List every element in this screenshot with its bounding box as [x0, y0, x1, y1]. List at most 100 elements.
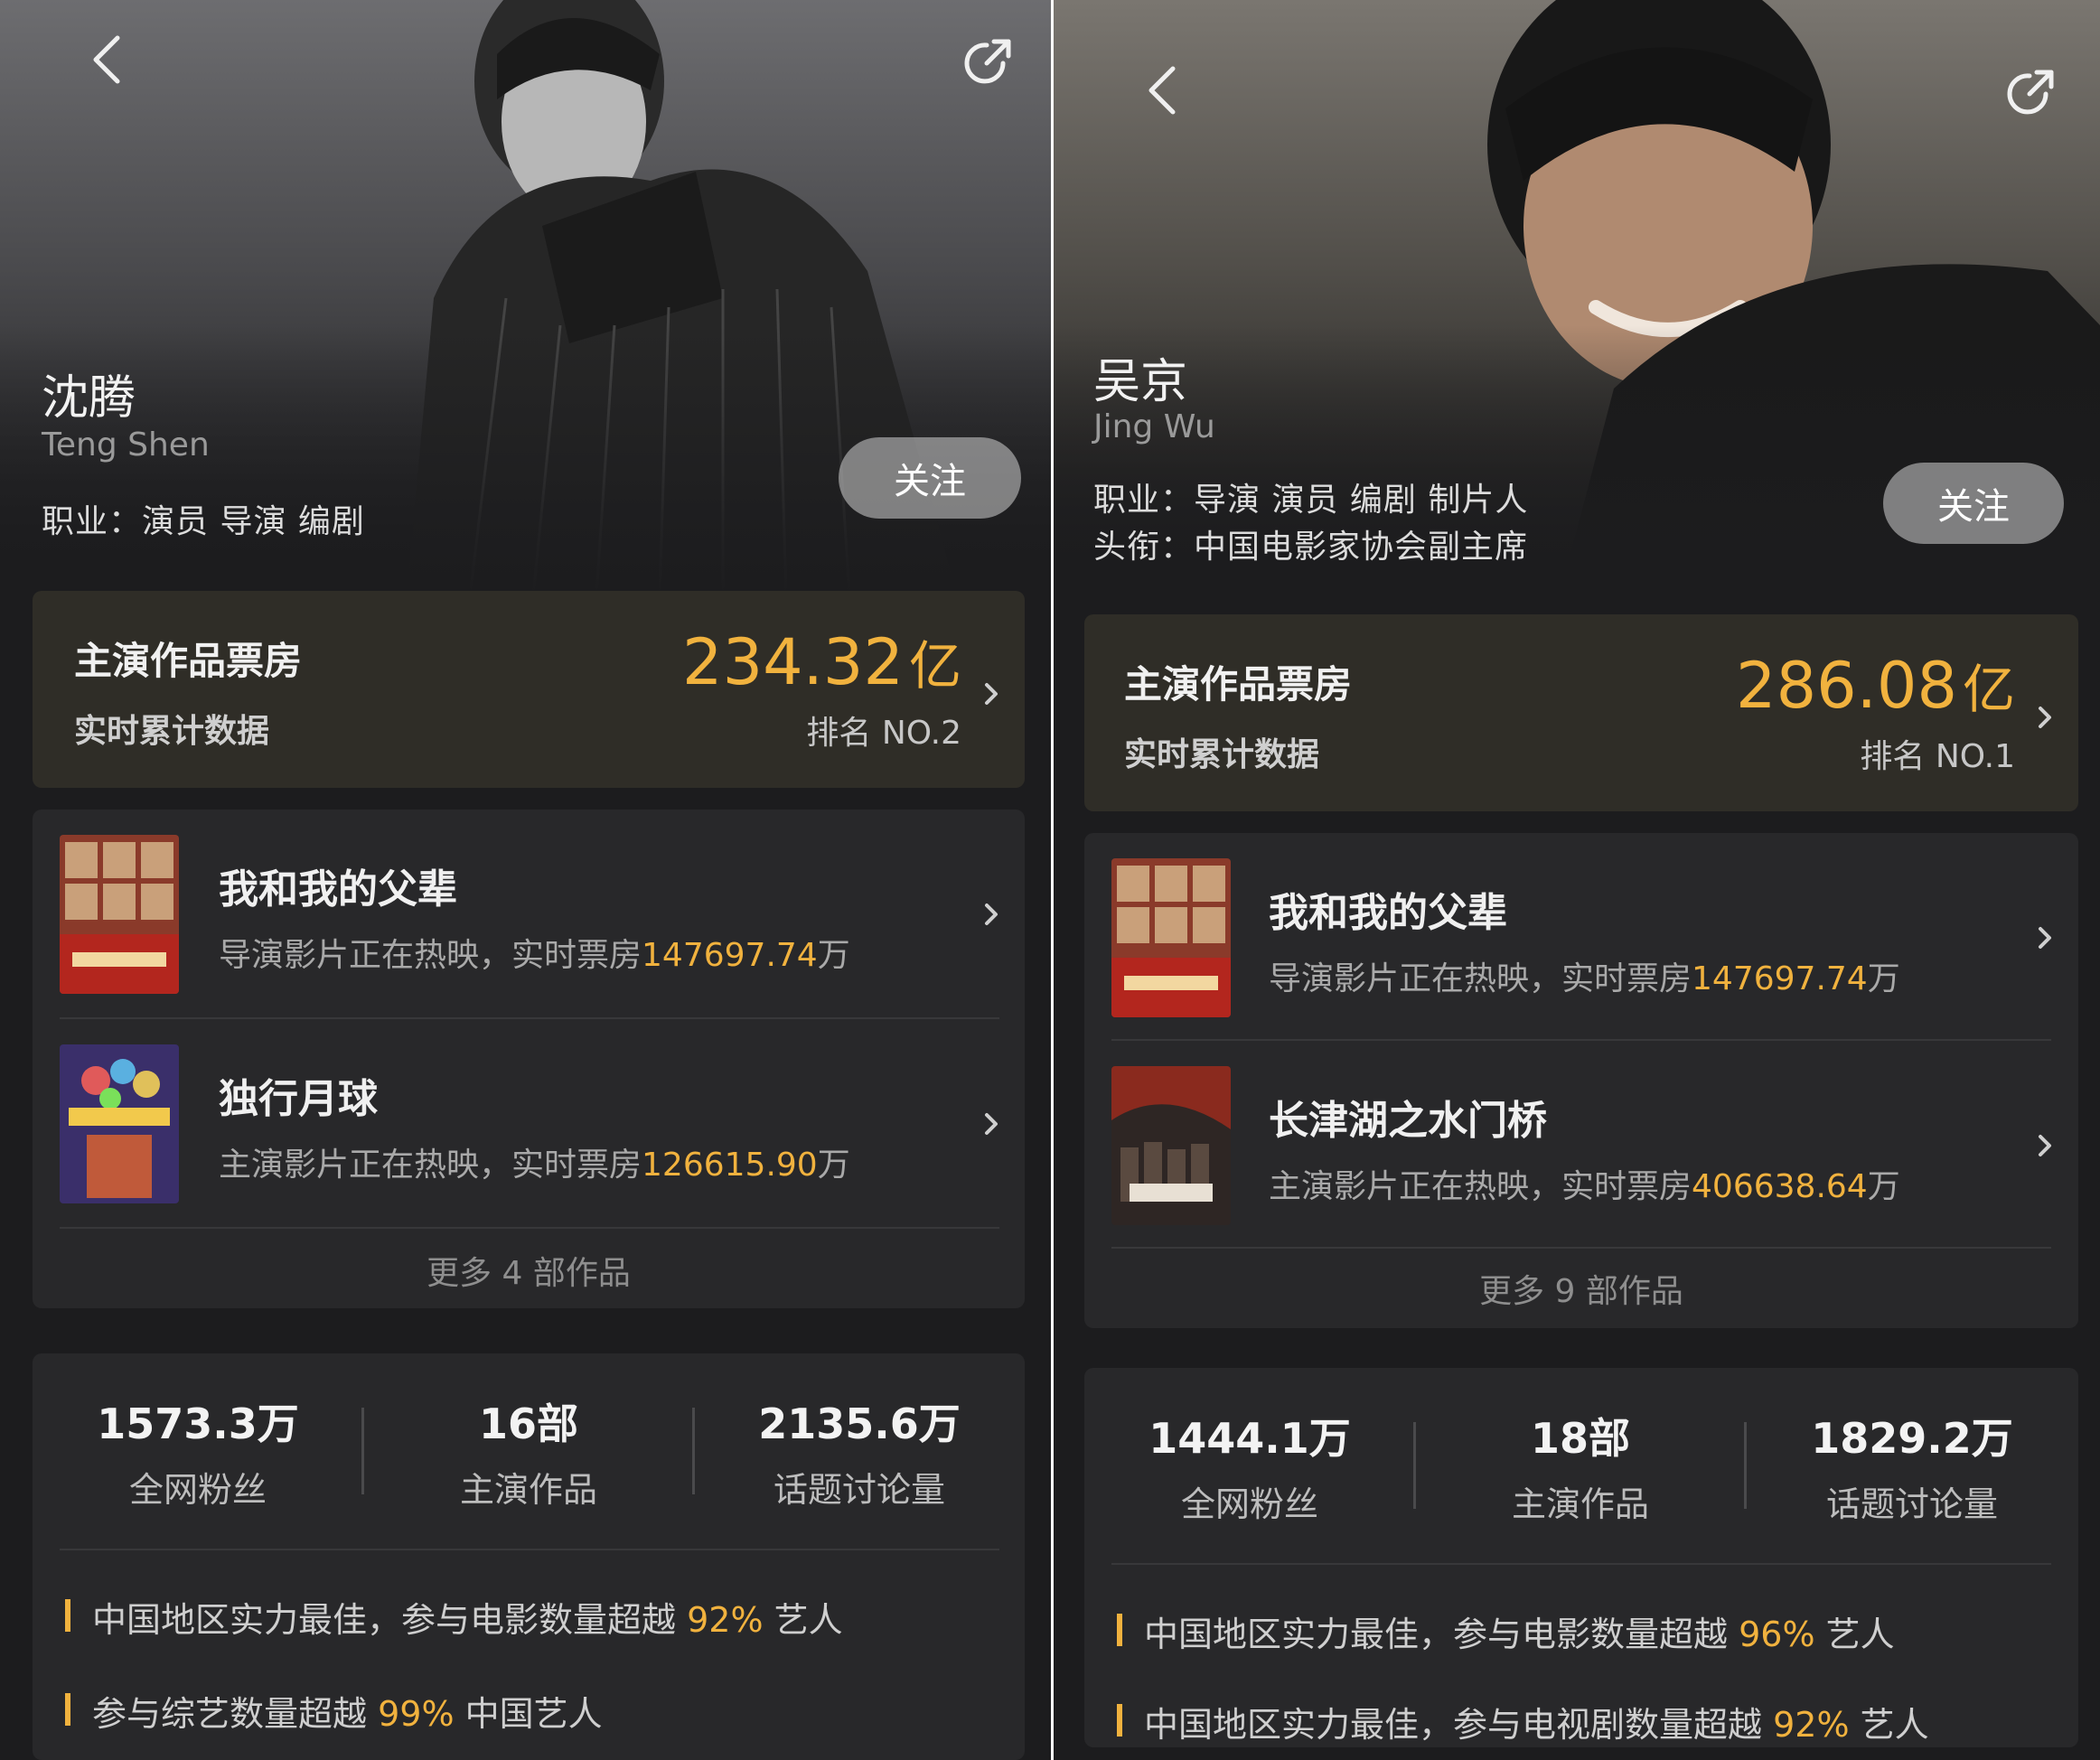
achievement-text: 中国地区实力最佳，参与电影数量超越: [1144, 1615, 1729, 1654]
stat-fans-label: 全网粉丝: [128, 1470, 267, 1510]
artist-panel-right: 吴京 Jing Wu 职业：导演 演员 编剧 制片人 头衔：中国电影家协会副主席…: [1054, 0, 2100, 1760]
achievement-marker: [1117, 1614, 1122, 1646]
chevron-right-icon: [985, 1113, 998, 1135]
film-title: 长津湖之水门桥: [1269, 1098, 1547, 1144]
row-divider: [60, 1549, 999, 1550]
row-divider: [1111, 1247, 2051, 1249]
back-arrow-icon[interactable]: [1137, 63, 1191, 117]
artist-title: 头衔：中国电影家协会副主席: [1093, 529, 1529, 566]
film-status-text: 主演影片正在热映，实时票房: [1269, 1168, 1692, 1205]
box-office-subtitle: 实时累计数据: [74, 713, 270, 750]
back-arrow-icon[interactable]: [81, 33, 136, 87]
achievement-line: 中国地区实力最佳，参与电影数量超越 96% 艺人: [1144, 1606, 1895, 1656]
film-title: 独行月球: [219, 1076, 378, 1122]
row-divider: [1111, 1563, 2051, 1565]
share-icon[interactable]: [2002, 63, 2060, 121]
achievement-marker: [65, 1693, 70, 1726]
share-icon[interactable]: [960, 33, 1017, 90]
film-unit: 万: [817, 937, 850, 974]
row-divider: [60, 1227, 999, 1229]
artist-name-en: Jing Wu: [1093, 408, 1215, 445]
stats-card: 1444.1万 全网粉丝 18部 主演作品 1829.2万 话题讨论量 中国地区…: [1084, 1368, 2078, 1747]
film-poster: [60, 1044, 179, 1203]
artist-occupation: 职业：导演 演员 编剧 制片人: [1093, 482, 1529, 519]
stat-fans-value: 1444.1万: [1148, 1414, 1351, 1463]
achievement-text: 参与综艺数量超越: [92, 1694, 368, 1734]
box-office-subtitle: 实时累计数据: [1124, 736, 1320, 773]
film-unit: 万: [1867, 960, 1900, 997]
box-office-unit: 亿: [908, 635, 961, 697]
box-office-title: 主演作品票房: [1124, 662, 1353, 707]
box-office-amount: 286.08: [1736, 649, 1957, 723]
film-status-text: 导演影片正在热映，实时票房: [219, 937, 642, 974]
film-status-text: 主演影片正在热映，实时票房: [219, 1147, 642, 1184]
film-box-office: 147697.74: [1692, 960, 1868, 997]
stat-topic-label: 话题讨论量: [773, 1470, 945, 1510]
stat-fans-label: 全网粉丝: [1180, 1484, 1318, 1524]
achievement-text: 中国地区实力最佳，参与电影数量超越: [92, 1600, 677, 1640]
chevron-right-icon: [985, 683, 998, 705]
film-row[interactable]: 我和我的父辈 导演影片正在热映，实时票房147697.74万: [33, 810, 1025, 1017]
artist-name-en: Teng Shen: [42, 426, 210, 463]
achievement-percent: 92%: [687, 1600, 764, 1640]
stats-card: 1573.3万 全网粉丝 16部 主演作品 2135.6万 话题讨论量 中国地区…: [33, 1353, 1025, 1760]
follow-button[interactable]: 关注: [839, 437, 1021, 519]
achievement-percent: 96%: [1739, 1615, 1815, 1654]
stat-topic-value: 2135.6万: [758, 1400, 961, 1448]
stat-fans-value: 1573.3万: [97, 1400, 299, 1448]
box-office-card[interactable]: 主演作品票房 实时累计数据 286.08 亿 排名 NO.1: [1084, 614, 2078, 811]
film-unit: 万: [1867, 1168, 1900, 1205]
film-unit: 万: [817, 1147, 850, 1184]
stat-works-value: 16部: [478, 1400, 578, 1448]
chevron-right-icon: [2039, 927, 2051, 949]
film-poster: [1111, 858, 1231, 1017]
artist-panel-left: 沈腾 Teng Shen 职业：演员 导演 编剧 关注 主演作品票房 实时累计数…: [0, 0, 1051, 1760]
achievement-marker: [65, 1599, 70, 1632]
chevron-right-icon: [2039, 707, 2051, 728]
box-office-value: 234.32 亿: [682, 623, 961, 699]
film-box-office: 126615.90: [642, 1147, 818, 1184]
artist-name-cn: 吴京: [1093, 355, 1188, 409]
film-status-text: 导演影片正在热映，实时票房: [1269, 960, 1692, 997]
films-card: 我和我的父辈 导演影片正在热映，实时票房147697.74万 独行月球 主演影片…: [33, 810, 1025, 1308]
film-poster: [60, 835, 179, 994]
more-works-link[interactable]: 更多 4 部作品: [33, 1247, 1025, 1294]
stat-works-value: 18部: [1530, 1414, 1630, 1463]
box-office-rank: 排名 NO.2: [806, 715, 961, 752]
box-office-unit: 亿: [1962, 659, 2015, 720]
film-row[interactable]: 长津湖之水门桥 主演影片正在热映，实时票房406638.64万: [1084, 1041, 2078, 1247]
films-card: 我和我的父辈 导演影片正在热映，实时票房147697.74万 长津湖之水门桥 主…: [1084, 833, 2078, 1328]
stat-works-label: 主演作品: [459, 1470, 597, 1510]
artist-occupation: 职业：演员 导演 编剧: [42, 503, 365, 540]
film-status-line: 主演影片正在热映，实时票房406638.64万: [1269, 1160, 1900, 1207]
film-poster: [1111, 1066, 1231, 1225]
achievement-line: 参与综艺数量超越 99% 中国艺人: [92, 1686, 603, 1736]
box-office-card[interactable]: 主演作品票房 实时累计数据 234.32 亿 排名 NO.2: [33, 591, 1025, 788]
chevron-right-icon: [985, 903, 998, 925]
box-office-value: 286.08 亿: [1736, 647, 2015, 723]
film-row[interactable]: 独行月球 主演影片正在热映，实时票房126615.90万: [33, 1019, 1025, 1227]
follow-button[interactable]: 关注: [1883, 463, 2064, 544]
achievement-suffix: 中国艺人: [464, 1694, 603, 1734]
achievement-suffix: 艺人: [1860, 1705, 1929, 1745]
stat-topic-label: 话题讨论量: [1825, 1484, 1998, 1524]
stat-topic-value: 1829.2万: [1811, 1414, 2013, 1463]
film-title: 我和我的父辈: [1269, 890, 1507, 936]
achievement-percent: 92%: [1773, 1705, 1850, 1745]
achievement-marker: [1117, 1704, 1122, 1737]
achievement-percent: 99%: [378, 1694, 455, 1734]
achievement-suffix: 艺人: [1825, 1615, 1895, 1654]
film-status-line: 导演影片正在热映，实时票房147697.74万: [1269, 952, 1900, 999]
achievement-line: 中国地区实力最佳，参与电影数量超越 92% 艺人: [92, 1592, 843, 1642]
film-title: 我和我的父辈: [219, 866, 457, 913]
box-office-title: 主演作品票房: [74, 639, 303, 683]
film-box-office: 147697.74: [642, 937, 818, 974]
chevron-right-icon: [2039, 1135, 2051, 1156]
achievement-line: 中国地区实力最佳，参与电视剧数量超越 92% 艺人: [1144, 1697, 1929, 1746]
film-box-office: 406638.64: [1692, 1168, 1868, 1205]
film-row[interactable]: 我和我的父辈 导演影片正在热映，实时票房147697.74万: [1084, 833, 2078, 1039]
achievement-suffix: 艺人: [773, 1600, 843, 1640]
more-works-link[interactable]: 更多 9 部作品: [1084, 1265, 2078, 1312]
box-office-rank: 排名 NO.1: [1860, 738, 2015, 775]
box-office-amount: 234.32: [682, 625, 904, 699]
